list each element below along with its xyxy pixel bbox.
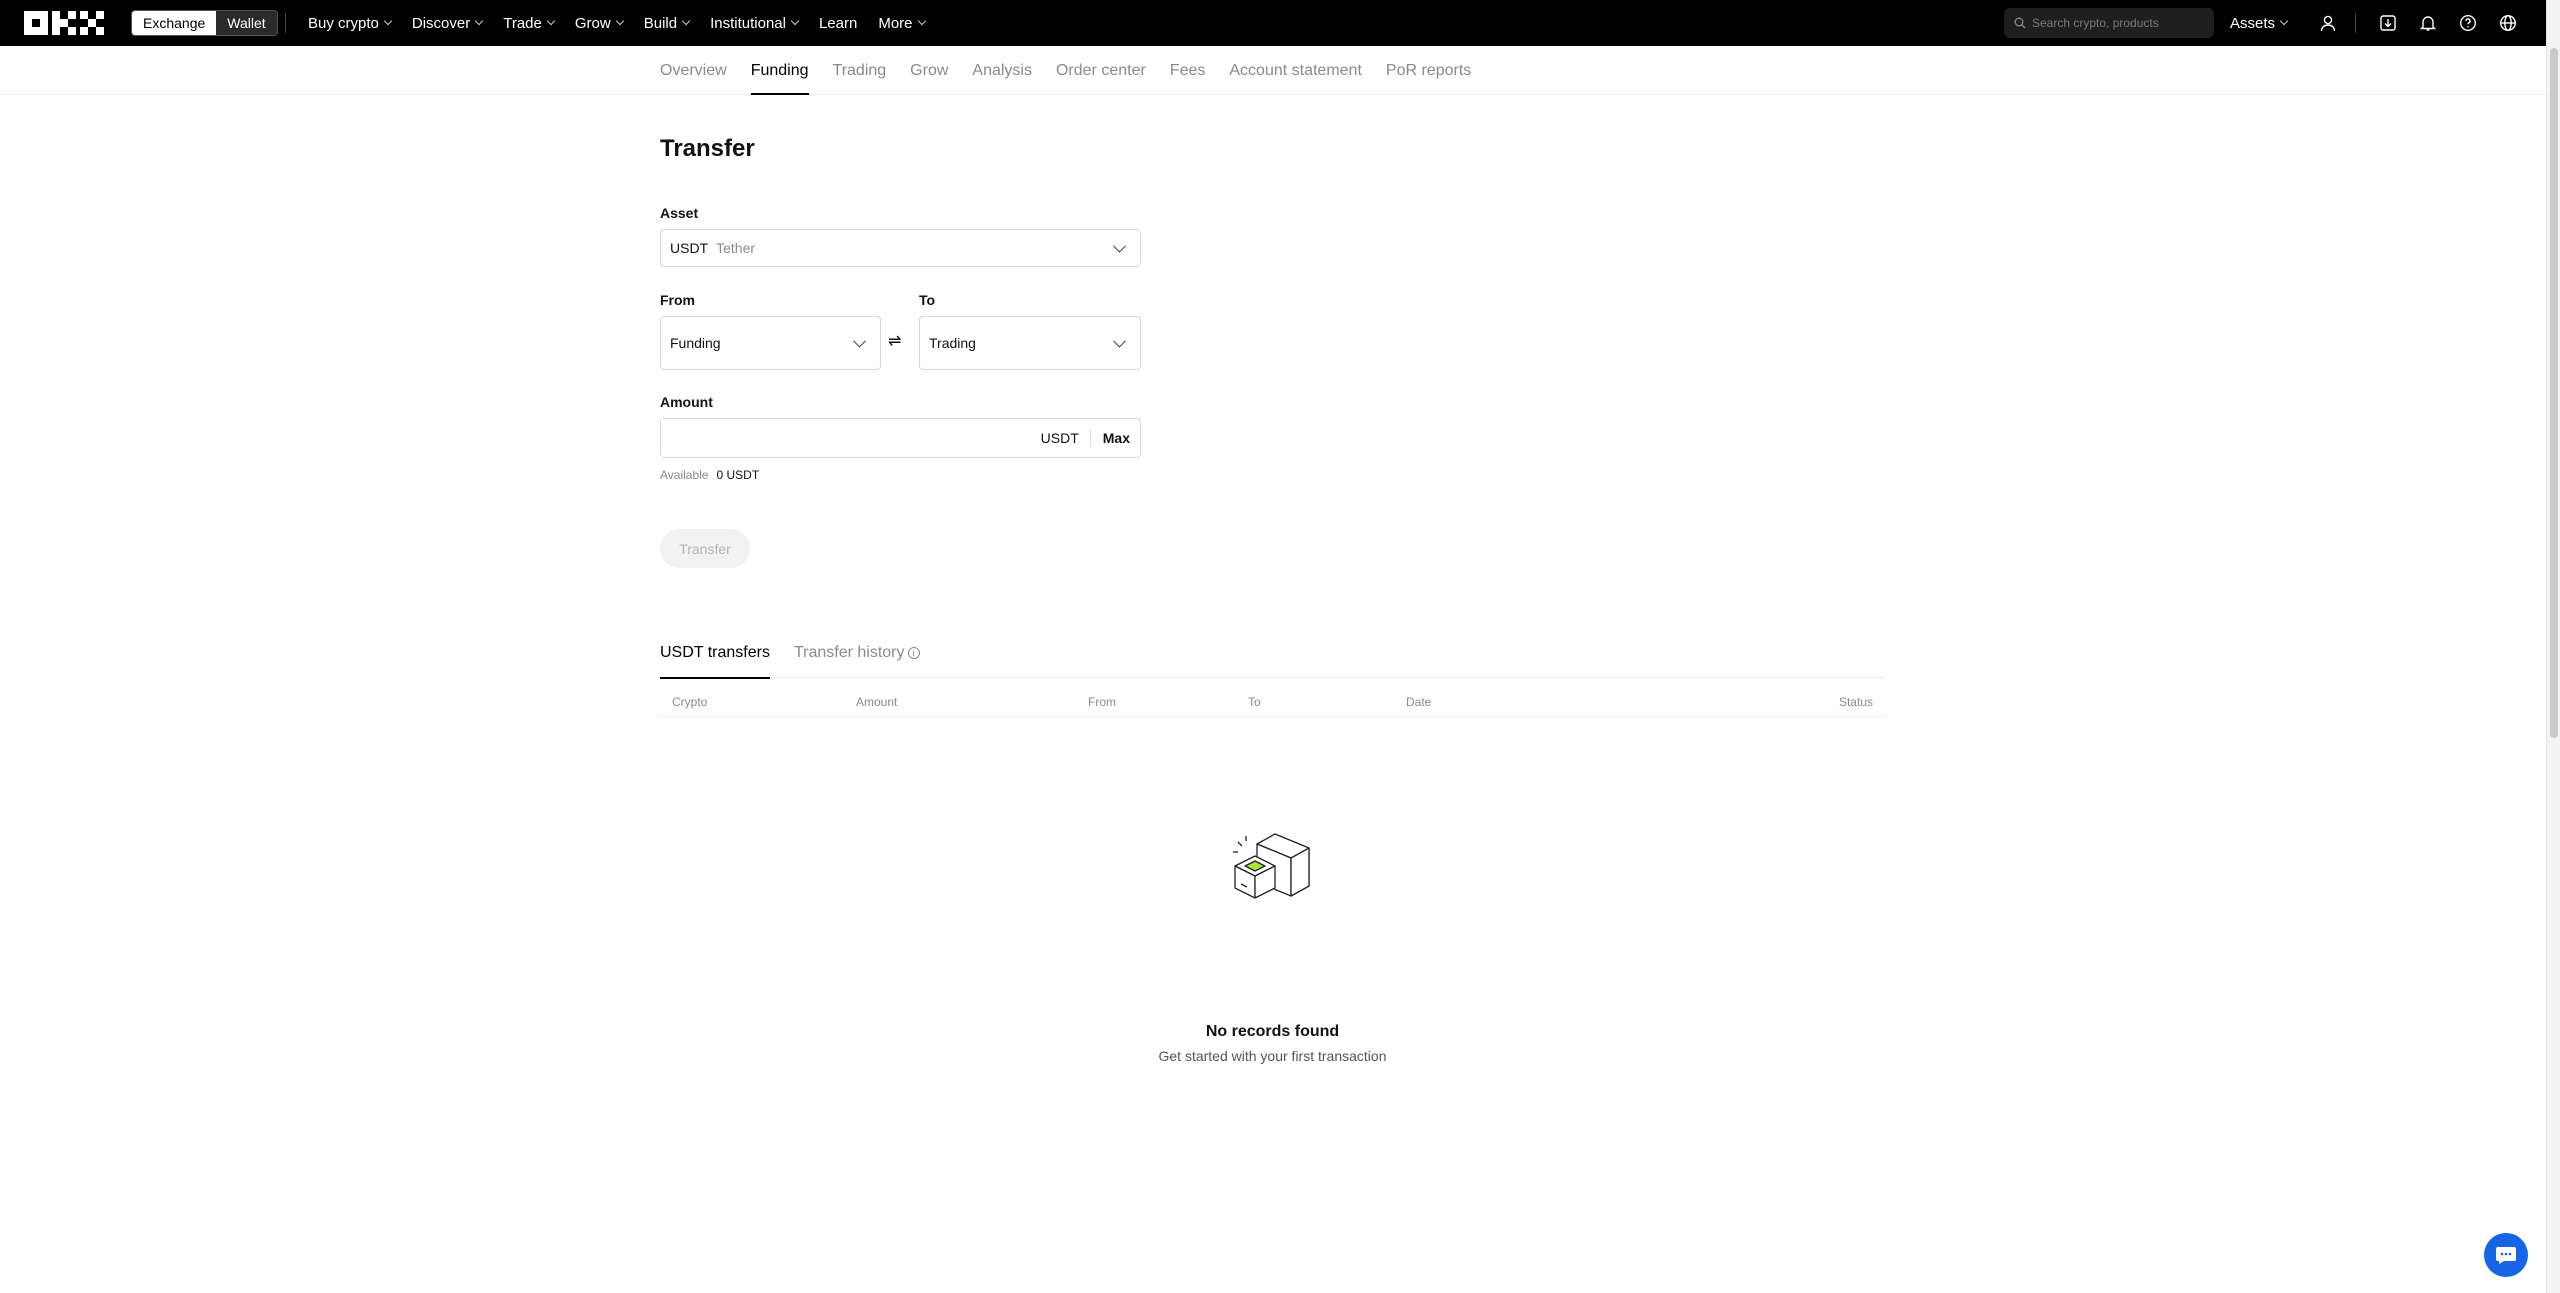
from-account-select[interactable]: Funding bbox=[660, 316, 881, 370]
tab-trading[interactable]: Trading bbox=[833, 46, 887, 95]
main-nav: Buy crypto Discover Trade Grow Build Ins… bbox=[308, 0, 946, 46]
chevron-down-icon bbox=[474, 16, 484, 26]
tab-por-reports[interactable]: PoR reports bbox=[1386, 46, 1471, 95]
asset-symbol: USDT bbox=[670, 240, 709, 256]
chevron-down-icon bbox=[1113, 239, 1126, 253]
nav-label: Grow bbox=[574, 14, 611, 32]
chevron-down-icon bbox=[2279, 16, 2289, 26]
download-icon[interactable] bbox=[2376, 11, 2400, 35]
tab-usdt-transfers[interactable]: USDT transfers bbox=[660, 640, 770, 679]
assets-label: Assets bbox=[2230, 14, 2276, 32]
exchange-mode-button[interactable]: Exchange bbox=[132, 11, 217, 35]
amount-unit: USDT bbox=[1041, 429, 1091, 447]
tab-fees[interactable]: Fees bbox=[1170, 46, 1206, 95]
nav-label: Trade bbox=[503, 14, 542, 32]
column-header-from: From bbox=[1088, 695, 1116, 709]
nav-label: Institutional bbox=[710, 14, 786, 32]
empty-state-title: No records found bbox=[1205, 1023, 1340, 1040]
tab-grow[interactable]: Grow bbox=[910, 46, 948, 95]
asset-name: Tether bbox=[716, 240, 756, 256]
transfer-button[interactable]: Transfer bbox=[660, 529, 750, 568]
header-divider bbox=[2355, 13, 2356, 33]
assets-menu[interactable]: Assets bbox=[2230, 0, 2289, 46]
globe-icon[interactable] bbox=[2496, 11, 2520, 35]
user-icon[interactable] bbox=[2316, 11, 2340, 35]
search-box bbox=[2004, 8, 2214, 38]
account-subnav: Overview Funding Trading Grow Analysis O… bbox=[0, 46, 2546, 95]
nav-label: Buy crypto bbox=[308, 14, 379, 32]
nav-build[interactable]: Build bbox=[643, 14, 691, 32]
available-value: 0 USDT bbox=[716, 468, 760, 482]
chevron-down-icon bbox=[546, 16, 556, 26]
nav-label: Learn bbox=[818, 14, 858, 32]
empty-drawer-icon bbox=[1233, 833, 1310, 899]
search-input[interactable] bbox=[2032, 16, 2202, 30]
to-label: To bbox=[919, 292, 936, 308]
header-divider bbox=[285, 13, 286, 33]
bell-icon[interactable] bbox=[2416, 11, 2440, 35]
tab-label: Transfer history bbox=[793, 644, 905, 661]
scrollbar-thumb[interactable] bbox=[2550, 48, 2558, 738]
top-navigation-bar: Exchange Wallet Buy crypto Discover Trad… bbox=[0, 0, 2560, 46]
nav-label: Discover bbox=[411, 14, 471, 32]
asset-label: Asset bbox=[660, 205, 699, 221]
chat-icon bbox=[2496, 1247, 2516, 1264]
chevron-down-icon bbox=[1113, 334, 1126, 348]
okx-logo[interactable] bbox=[24, 11, 104, 35]
chevron-down-icon bbox=[790, 16, 800, 26]
column-header-status: Status bbox=[1838, 695, 1873, 709]
tab-analysis[interactable]: Analysis bbox=[972, 46, 1032, 95]
tab-account-statement[interactable]: Account statement bbox=[1229, 46, 1362, 95]
nav-learn[interactable]: Learn bbox=[819, 15, 857, 32]
nav-label: Build bbox=[643, 14, 678, 32]
okx-logo-mark bbox=[24, 11, 104, 35]
search-icon bbox=[2014, 17, 2026, 29]
records-table-header: Crypto Amount From To Date Status bbox=[660, 685, 1885, 717]
nav-trade[interactable]: Trade bbox=[503, 14, 556, 32]
wallet-mode-button[interactable]: Wallet bbox=[216, 11, 277, 35]
tab-transfer-history[interactable]: Transfer history i bbox=[794, 640, 920, 678]
available-balance: Available 0 USDT bbox=[660, 468, 759, 482]
amount-label: Amount bbox=[660, 394, 713, 410]
nav-institutional[interactable]: Institutional bbox=[710, 14, 800, 32]
exchange-wallet-toggle: Exchange Wallet bbox=[131, 10, 278, 36]
empty-state-subtitle: Get started with your first transaction bbox=[1158, 1048, 1387, 1064]
chevron-down-icon bbox=[615, 16, 624, 26]
column-header-date: Date bbox=[1406, 695, 1432, 709]
chevron-down-icon bbox=[681, 16, 691, 26]
nav-buy-crypto[interactable]: Buy crypto bbox=[308, 14, 393, 32]
tab-label: USDT transfers bbox=[660, 644, 770, 661]
info-icon[interactable]: i bbox=[907, 647, 920, 659]
chevron-down-icon bbox=[383, 16, 393, 26]
swap-accounts-icon[interactable]: ⇌ bbox=[888, 331, 901, 351]
tab-funding[interactable]: Funding bbox=[750, 46, 809, 95]
page-scrollbar[interactable] bbox=[2546, 0, 2560, 1293]
nav-label: More bbox=[878, 14, 913, 32]
column-header-to: To bbox=[1248, 695, 1261, 709]
to-account-select[interactable]: Trading bbox=[919, 316, 1141, 370]
tab-overview[interactable]: Overview bbox=[660, 46, 727, 95]
column-header-amount: Amount bbox=[856, 695, 898, 709]
asset-select[interactable]: USDT Tether bbox=[660, 229, 1141, 267]
records-tabs: USDT transfers Transfer history i bbox=[660, 640, 1885, 679]
to-account-value: Trading bbox=[929, 335, 976, 351]
nav-discover[interactable]: Discover bbox=[411, 14, 484, 32]
column-header-crypto: Crypto bbox=[672, 695, 708, 709]
help-icon[interactable] bbox=[2456, 11, 2480, 35]
from-label: From bbox=[660, 292, 695, 308]
max-button[interactable]: Max bbox=[1091, 430, 1140, 446]
nav-more[interactable]: More bbox=[878, 14, 926, 32]
tab-order-center[interactable]: Order center bbox=[1056, 46, 1146, 95]
page-title: Transfer bbox=[660, 135, 755, 162]
chat-support-button[interactable] bbox=[2484, 1233, 2528, 1277]
amount-input[interactable] bbox=[661, 419, 1041, 457]
amount-field: USDT Max bbox=[660, 418, 1141, 458]
available-label: Available bbox=[660, 468, 709, 482]
from-account-value: Funding bbox=[670, 335, 721, 351]
chevron-down-icon bbox=[853, 334, 866, 348]
chevron-down-icon bbox=[917, 16, 926, 26]
nav-grow[interactable]: Grow bbox=[574, 14, 624, 32]
